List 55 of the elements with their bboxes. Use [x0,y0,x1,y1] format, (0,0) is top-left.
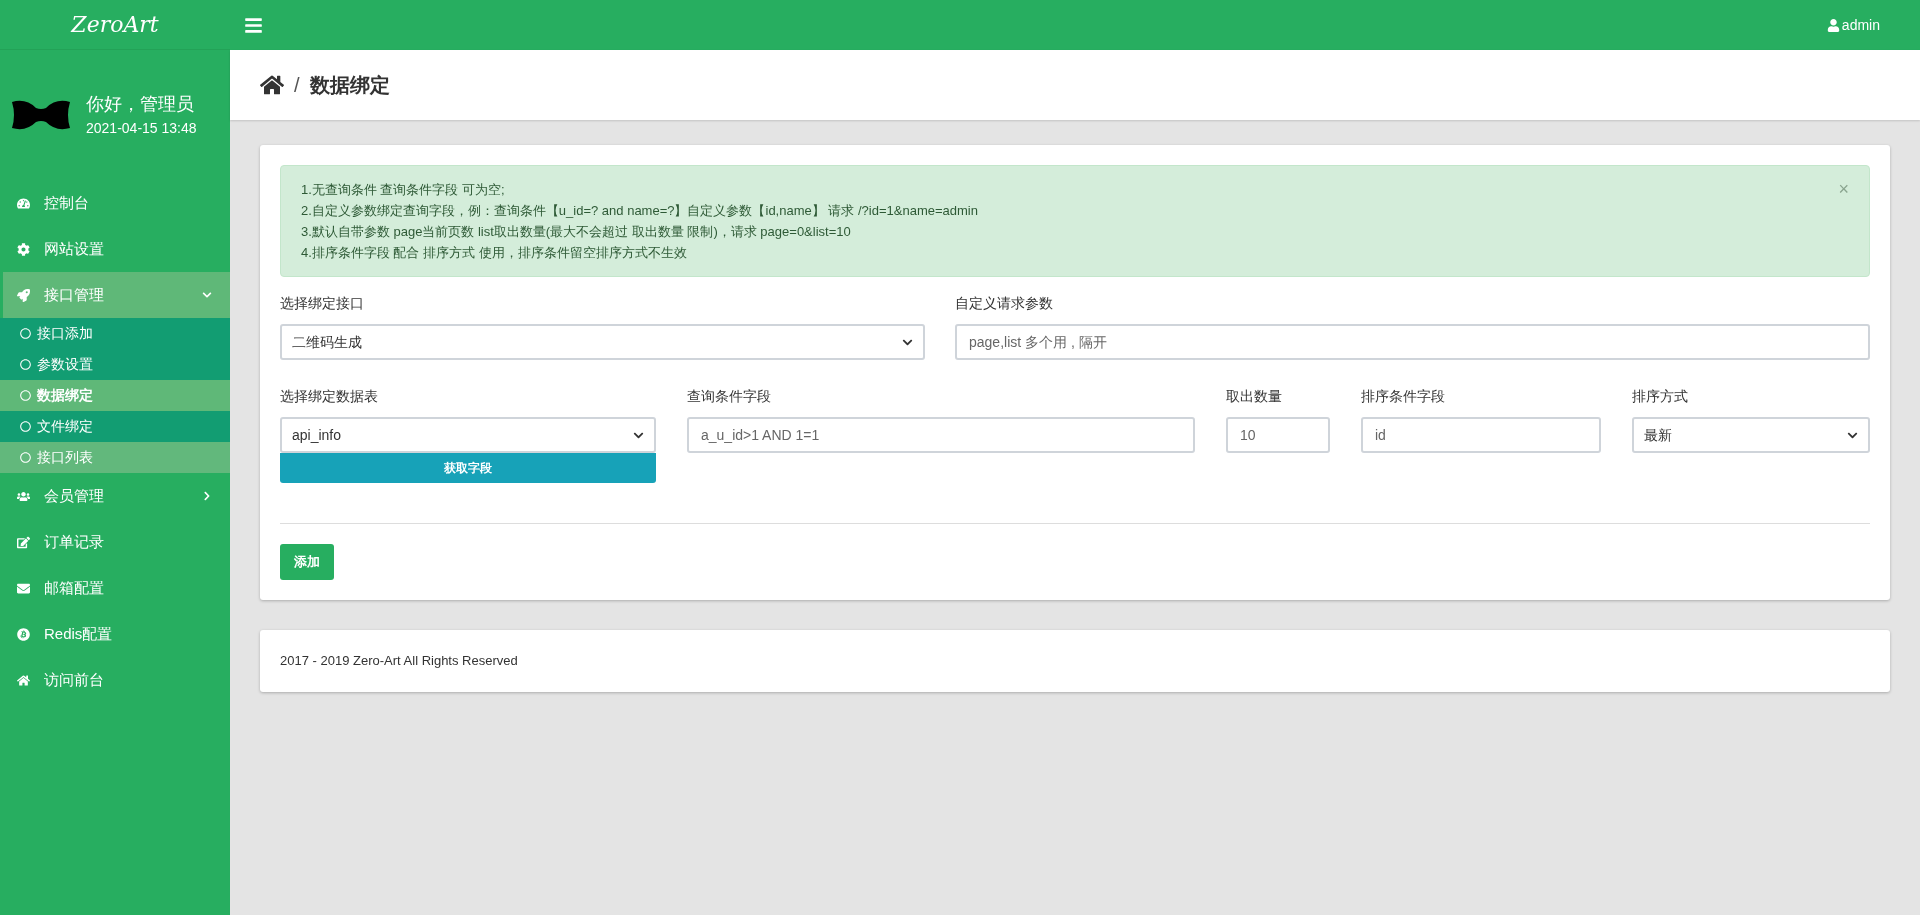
field-label: 自定义请求参数 [955,294,1054,313]
alert-line: 1.无查询条件 查询条件字段 可为空; [301,181,506,199]
alert-line: 3.默认自带参数 page当前页数 list取出数量(最大不会超过 取出数量 限制)，请求 page=0&list=10 [301,223,852,241]
users-icon [17,489,30,503]
menu-icon[interactable] [244,15,263,35]
sidebar-item[interactable]: 会员管理 [0,473,230,519]
settings-icon [17,242,30,256]
fetch-fields-button[interactable]: 获取字段 [280,453,656,483]
chevron-right-icon [202,491,212,501]
sidebar-item[interactable]: 网站设置 [0,226,230,272]
home-icon[interactable] [260,73,284,97]
submenu-item[interactable]: 接口添加 [0,318,230,349]
sidebar-item[interactable]: 访问前台 [0,657,230,703]
sidebar-item[interactable]: 控制台 [0,180,230,226]
user-icon [1826,18,1840,32]
edit-icon [17,535,30,549]
input-field[interactable]: 10 [1226,417,1330,453]
copyright-text: 2017 - 2019 Zero-Art All Rights Reserved [280,652,518,671]
select-field[interactable]: 二维码生成 [280,324,925,360]
field-label: 排序方式 [1632,387,1689,406]
sidebar-item[interactable]: 邮箱配置 [0,565,230,611]
select-field[interactable]: api_info [280,417,656,453]
field-label: 选择绑定接口 [280,294,365,313]
field-label: 选择绑定数据表 [280,387,379,406]
submenu-item[interactable]: 参数设置 [0,349,230,380]
user-menu[interactable]: admin [1826,14,1880,36]
rocket-icon [17,288,30,302]
sidebar-item[interactable]: Redis配置 [0,611,230,657]
input-field[interactable]: page,list 多个用 , 隔开 [955,324,1870,360]
bowtie-icon [10,98,72,132]
field-label: 取出数量 [1226,387,1283,406]
dashboard-icon [17,196,30,210]
greeting-text: 你好，管理员 [86,93,195,116]
login-time: 2021-04-15 13:48 [86,119,197,138]
sidebar-item[interactable]: 订单记录 [0,519,230,565]
select-field[interactable]: 最新 [1632,417,1870,453]
breadcrumb-separator: / [294,73,300,98]
submenu-item[interactable]: 接口列表 [0,442,230,473]
brand-logo: ZeroArt [71,11,159,39]
field-label: 查询条件字段 [687,387,772,406]
home-icon [17,673,30,687]
submenu-item[interactable]: 文件绑定 [0,411,230,442]
sidebar-item[interactable]: 接口管理 [3,272,230,318]
close-button[interactable]: × [1838,180,1849,198]
envelope-icon [17,581,30,595]
alert-line: 4.排序条件字段 配合 排序方式 使用，排序条件留空排序方式不生效 [301,244,688,262]
chevron-down-icon [202,290,212,300]
field-label: 排序条件字段 [1361,387,1446,406]
page-title: 数据绑定 [309,73,390,98]
add-button[interactable]: 添加 [280,544,334,580]
alert-line: 2.自定义参数绑定查询字段，例：查询条件【u_id=? and name=?】自定义参数【id,name】 请求 /?id=1&name=admin [301,202,978,220]
bitcoin-icon [17,627,30,641]
input-field[interactable]: a_u_id>1 AND 1=1 [687,417,1195,453]
input-field[interactable]: id [1361,417,1601,453]
submenu-item[interactable]: 数据绑定 [0,380,230,411]
